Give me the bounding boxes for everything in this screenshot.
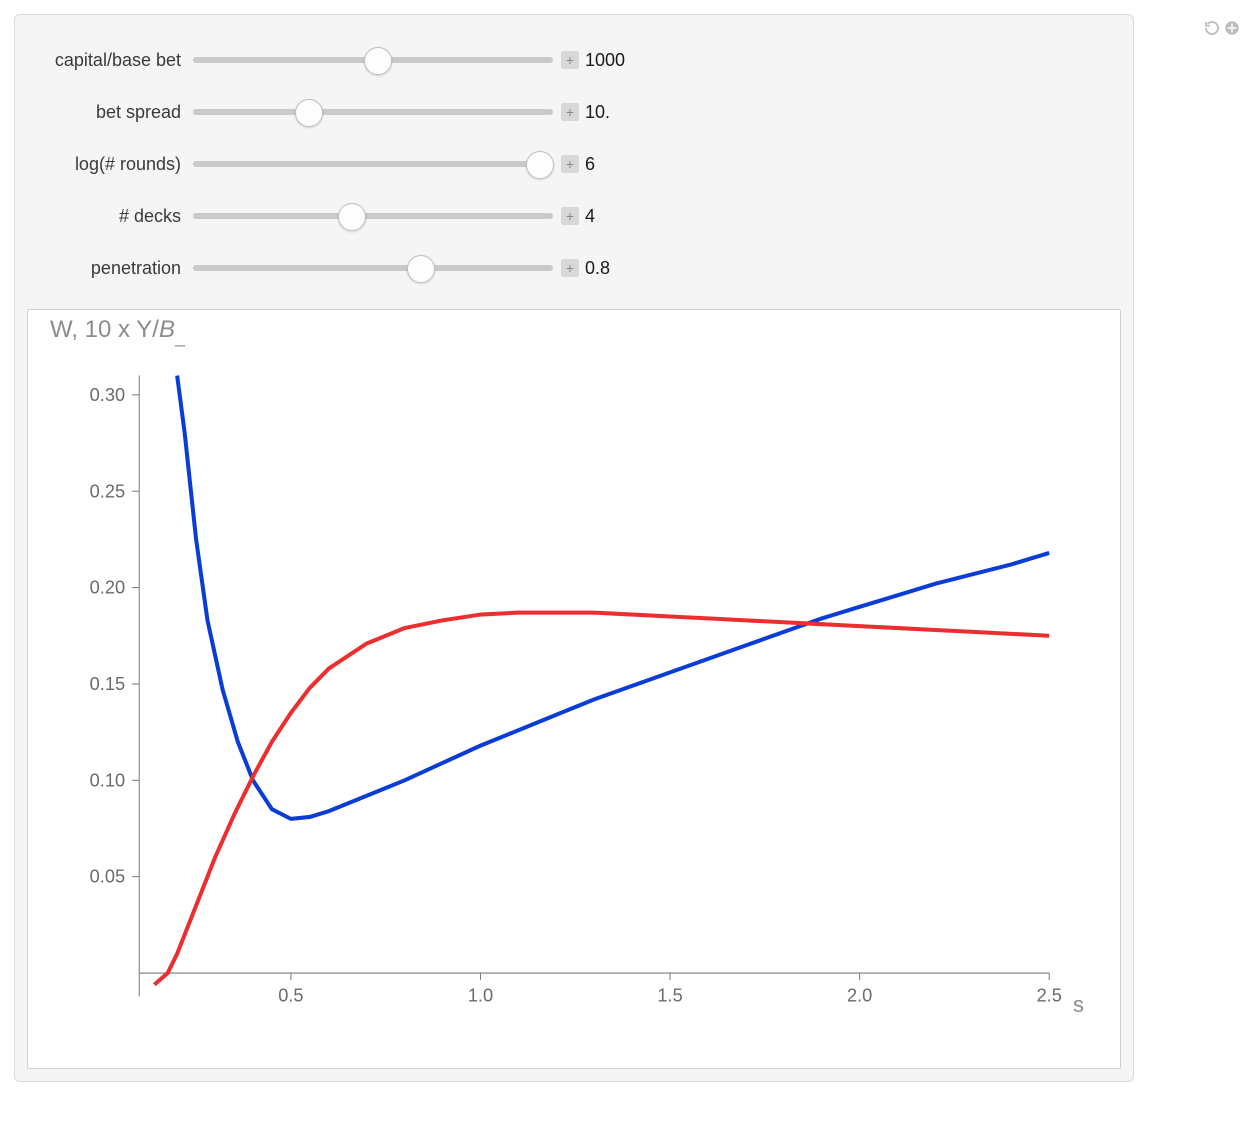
x-axis-label: s <box>1073 992 1084 1018</box>
slider-thumb[interactable] <box>338 203 366 231</box>
y-tick-label: 0.25 <box>90 481 125 501</box>
x-tick-label: 2.0 <box>847 985 872 1005</box>
control-label: bet spread <box>25 102 187 123</box>
control-row-penetration: penetration +0.8 <box>25 253 1123 283</box>
slider-track <box>193 265 553 271</box>
x-tick-label: 1.0 <box>468 985 493 1005</box>
panel-top-icons <box>1203 19 1241 37</box>
control-row-logrounds: log(# rounds) +6 <box>25 149 1123 179</box>
plus-circle-icon[interactable] <box>1223 19 1241 37</box>
y-tick-label: 0.05 <box>90 867 125 887</box>
control-value: 6 <box>585 154 645 175</box>
line-chart: 0.5 1.0 1.5 2.0 2.5 0.05 0.10 0.15 0.20 0.25 0.30 <box>28 310 1120 1068</box>
expand-control-button[interactable]: + <box>561 155 579 173</box>
control-label: penetration <box>25 258 187 279</box>
slider-thumb[interactable] <box>407 255 435 283</box>
slider-penetration[interactable] <box>193 256 553 280</box>
control-row-spread: bet spread +10. <box>25 97 1123 127</box>
control-value: 4 <box>585 206 645 227</box>
x-tick-label: 1.5 <box>657 985 682 1005</box>
control-label: capital/base bet <box>25 50 187 71</box>
y-tick-label: 0.10 <box>90 770 125 790</box>
x-tick-label: 0.5 <box>278 985 303 1005</box>
control-value: 1000 <box>585 50 645 71</box>
control-value: 10. <box>585 102 645 123</box>
chart-series-blue <box>177 376 1049 819</box>
slider-thumb[interactable] <box>364 47 392 75</box>
manipulate-panel: capital/base bet +1000 bet spread +10. log(#… <box>14 14 1134 1082</box>
control-label: log(# rounds) <box>25 154 187 175</box>
expand-control-button[interactable]: + <box>561 207 579 225</box>
slider-spread[interactable] <box>193 100 553 124</box>
slider-thumb[interactable] <box>526 151 554 179</box>
plot-frame: W, 10 x Y/B_ 0.51.01.52.02.50.050.100.15… <box>27 309 1121 1069</box>
control-row-capital: capital/base bet +1000 <box>25 45 1123 75</box>
control-label: # decks <box>25 206 187 227</box>
slider-track <box>193 213 553 219</box>
slider-capital[interactable] <box>193 48 553 72</box>
y-tick-label: 0.15 <box>90 674 125 694</box>
control-row-decks: # decks +4 <box>25 201 1123 231</box>
y-tick-label: 0.30 <box>90 385 125 405</box>
expand-control-button[interactable]: + <box>561 51 579 69</box>
y-tick-label: 0.20 <box>90 578 125 598</box>
slider-track <box>193 109 553 115</box>
slider-thumb[interactable] <box>295 99 323 127</box>
slider-logrounds[interactable] <box>193 152 553 176</box>
x-tick-label: 2.5 <box>1037 985 1062 1005</box>
slider-track <box>193 161 553 167</box>
expand-control-button[interactable]: + <box>561 103 579 121</box>
slider-decks[interactable] <box>193 204 553 228</box>
control-value: 0.8 <box>585 258 645 279</box>
refresh-icon[interactable] <box>1203 19 1221 37</box>
chart-series-red <box>154 613 1049 985</box>
controls-area: capital/base bet +1000 bet spread +10. log(#… <box>15 15 1133 309</box>
expand-control-button[interactable]: + <box>561 259 579 277</box>
